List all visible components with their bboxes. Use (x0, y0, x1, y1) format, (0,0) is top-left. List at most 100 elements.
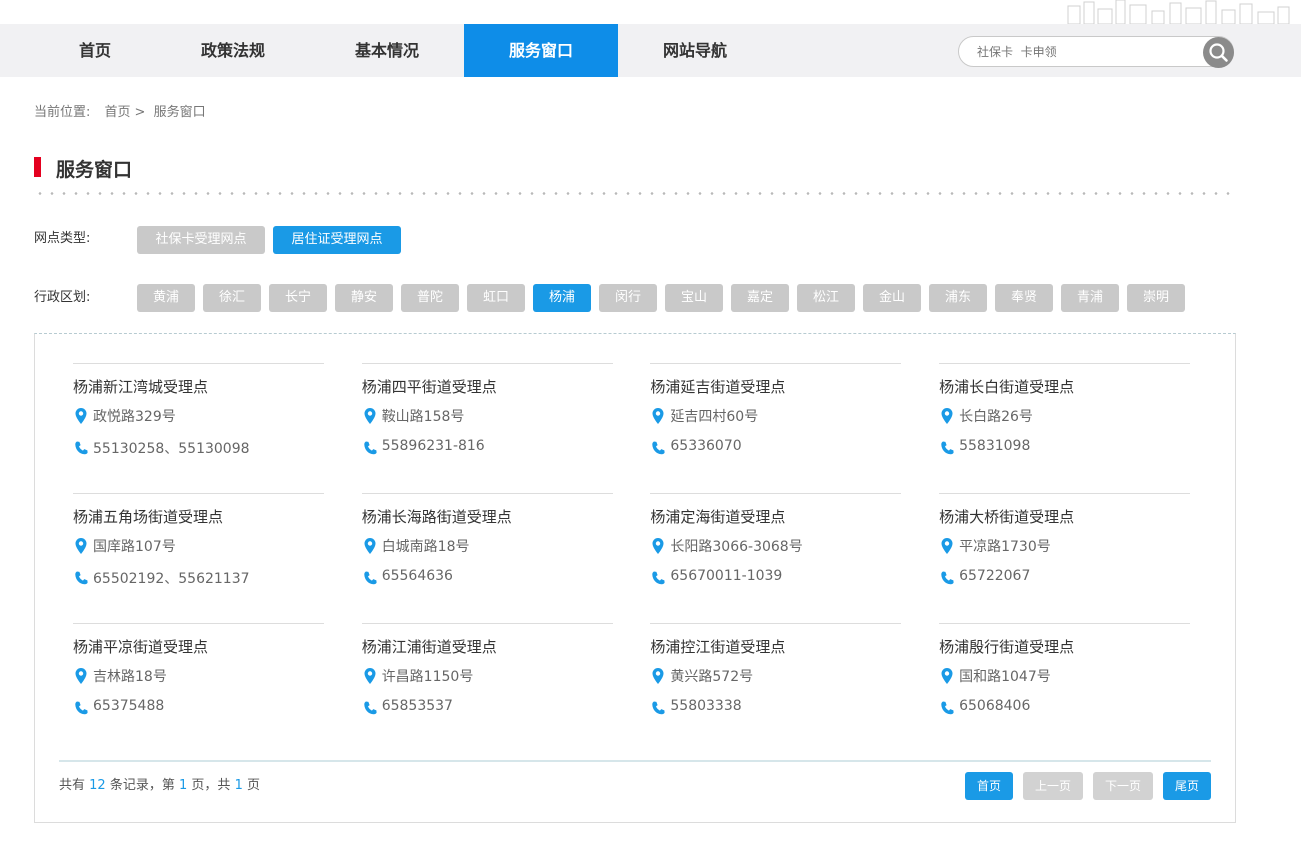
district-button[interactable]: 黄浦 (137, 284, 195, 312)
site-phone: 65564636 (381, 568, 453, 584)
pager-text: 共有 (59, 778, 86, 793)
magnifier-icon (1209, 43, 1228, 62)
site-phone: 55831098 (959, 438, 1031, 454)
map-pin-icon (75, 538, 87, 554)
map-pin-icon (941, 538, 953, 554)
district-button[interactable]: 崇明 (1127, 284, 1185, 312)
nav-service-window[interactable]: 服务窗口 (464, 24, 618, 77)
site-name[interactable]: 杨浦控江街道受理点 (650, 636, 785, 657)
site-name[interactable]: 杨浦平凉街道受理点 (73, 636, 208, 657)
district-button[interactable]: 浦东 (929, 284, 987, 312)
site-card: 杨浦江浦街道受理点 许昌路1150号 65853537 (361, 623, 613, 743)
type-social-card-button[interactable]: 社保卡受理网点 (137, 226, 265, 254)
nav-policy[interactable]: 政策法规 (178, 24, 288, 77)
site-card: 杨浦五角场街道受理点 国庠路107号 65502192、55621137 (73, 493, 324, 613)
page-title: 服务窗口 (56, 159, 133, 181)
breadcrumb-separator: > (134, 105, 146, 120)
site-card: 杨浦平凉街道受理点吉林路18号 65375488 (73, 623, 324, 743)
search-button[interactable] (1203, 37, 1234, 68)
site-phone: 55803338 (670, 698, 742, 714)
phone-icon (941, 441, 954, 455)
breadcrumb-home[interactable]: 首页 (105, 105, 131, 120)
site-name[interactable]: 杨浦大桥街道受理点 (939, 506, 1074, 527)
site-address: 延吉四村60号 (670, 409, 759, 425)
map-pin-icon (652, 538, 664, 554)
site-phone: 65853537 (381, 698, 453, 714)
site-card: 杨浦大桥街道受理点 平凉路1730号 65722067 (939, 493, 1191, 613)
site-card: 杨浦延吉街道受理点延吉四村60号 65336070 (650, 363, 902, 483)
site-phone: 65375488 (93, 698, 165, 714)
district-button[interactable]: 奉贤 (995, 284, 1053, 312)
district-button[interactable]: 青浦 (1061, 284, 1119, 312)
map-pin-icon (75, 668, 87, 684)
site-address: 国和路1047号 (959, 669, 1051, 685)
map-pin-icon (75, 408, 87, 424)
phone-icon (363, 571, 377, 585)
nav-home[interactable]: 首页 (40, 24, 150, 77)
search-box (958, 36, 1234, 67)
phone-icon (652, 701, 665, 715)
district-button[interactable]: 长宁 (269, 284, 327, 312)
site-phone: 65722067 (959, 568, 1031, 584)
district-button[interactable]: 徐汇 (203, 284, 261, 312)
district-button[interactable]: 松江 (797, 284, 855, 312)
site-address: 政悦路329号 (93, 409, 176, 425)
site-address: 长阳路3066-3068号 (670, 539, 803, 555)
site-address: 黄兴路572号 (670, 669, 754, 685)
site-name[interactable]: 杨浦长海路街道受理点 (362, 506, 512, 527)
search-input[interactable] (977, 42, 1197, 62)
nav-basic-info[interactable]: 基本情况 (332, 24, 442, 77)
phone-icon (75, 701, 88, 715)
site-name[interactable]: 杨浦四平街道受理点 (362, 376, 497, 397)
pager-text: 页 (247, 778, 261, 793)
district-button[interactable]: 杨浦 (533, 284, 591, 312)
list-divider (59, 760, 1211, 762)
phone-icon (941, 701, 954, 715)
district-label: 行政区划: (34, 290, 91, 305)
next-page-button[interactable]: 下一页 (1093, 772, 1153, 800)
type-residence-permit-button[interactable]: 居住证受理网点 (273, 226, 401, 254)
nav-site-map[interactable]: 网站导航 (640, 24, 750, 77)
site-name[interactable]: 杨浦长白街道受理点 (939, 376, 1074, 397)
map-pin-icon (364, 538, 376, 554)
map-pin-icon (652, 408, 664, 424)
map-pin-icon (652, 668, 664, 684)
site-list-panel: 杨浦新江湾城受理点政悦路329号 55130258、55130098 杨浦四平街道受… (34, 333, 1236, 823)
site-name[interactable]: 杨浦新江湾城受理点 (73, 376, 208, 397)
site-phone: 55130258、55130098 (93, 441, 250, 457)
district-button[interactable]: 金山 (863, 284, 921, 312)
site-card: 杨浦殷行街道受理点国和路1047号 65068406 (939, 623, 1191, 743)
site-address: 鞍山路158号 (381, 409, 465, 425)
site-name[interactable]: 杨浦延吉街道受理点 (650, 376, 785, 397)
map-pin-icon (941, 408, 953, 424)
site-name[interactable]: 杨浦五角场街道受理点 (73, 506, 223, 527)
site-phone: 65336070 (670, 438, 742, 454)
district-button[interactable]: 嘉定 (731, 284, 789, 312)
total-count: 12 (89, 778, 106, 793)
first-page-button[interactable]: 首页 (965, 772, 1013, 800)
map-pin-icon (364, 408, 376, 424)
site-name[interactable]: 杨浦定海街道受理点 (650, 506, 785, 527)
site-address: 吉林路18号 (93, 669, 167, 685)
district-button[interactable]: 闵行 (599, 284, 657, 312)
site-phone: 65502192、55621137 (93, 571, 250, 587)
site-phone: 65068406 (959, 698, 1031, 714)
district-button[interactable]: 普陀 (401, 284, 459, 312)
district-button[interactable]: 宝山 (665, 284, 723, 312)
site-name[interactable]: 杨浦殷行街道受理点 (939, 636, 1074, 657)
pager-info: 共有 12 条记录，第 1 页，共 1 页 (59, 774, 260, 793)
pager-text: 条记录，第 (109, 778, 175, 793)
map-pin-icon (364, 668, 376, 684)
dotted-divider (34, 192, 1230, 195)
pager-text: 页，共 (191, 778, 231, 793)
site-name[interactable]: 杨浦江浦街道受理点 (362, 636, 497, 657)
district-button[interactable]: 虹口 (467, 284, 525, 312)
prev-page-button[interactable]: 上一页 (1023, 772, 1083, 800)
site-card: 杨浦长白街道受理点 长白路26号 55831098 (939, 363, 1191, 483)
district-button[interactable]: 静安 (335, 284, 393, 312)
phone-icon (75, 571, 88, 585)
site-card: 杨浦四平街道受理点 鞍山路158号 55896231-816 (361, 363, 613, 483)
phone-icon (941, 571, 954, 585)
last-page-button[interactable]: 尾页 (1163, 772, 1211, 800)
title-marker (34, 157, 41, 177)
